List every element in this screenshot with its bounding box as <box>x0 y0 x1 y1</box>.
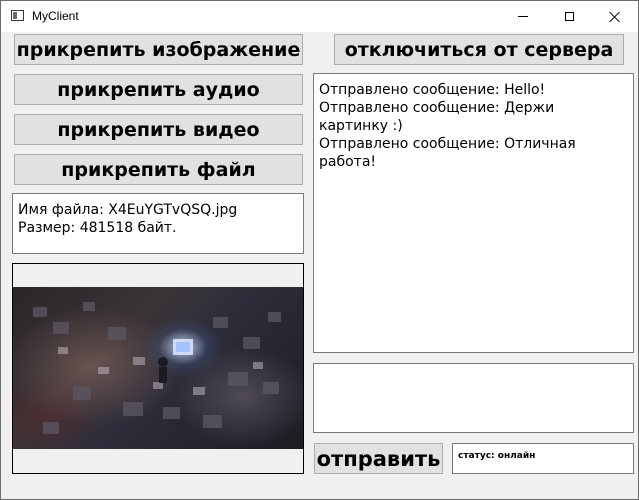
main-window: MyClient прикрепить изображение прикрепи… <box>0 0 639 500</box>
chat-message: Отправлено сообщение: Hello! <box>319 82 546 98</box>
message-input[interactable] <box>313 363 634 433</box>
file-name-text: Имя файла: X4EuYGTvQSQ.jpg <box>18 202 238 218</box>
chat-message: Отправлено сообщение: Отличная работа! <box>319 136 576 170</box>
chat-log[interactable]: Отправлено сообщение: Hello! Отправлено … <box>313 73 634 353</box>
attach-image-button[interactable]: прикрепить изображение <box>14 34 303 65</box>
attach-file-button[interactable]: прикрепить файл <box>14 154 303 185</box>
title-bar: MyClient <box>1 1 638 32</box>
close-button[interactable] <box>592 1 638 32</box>
app-window-icon <box>11 10 24 21</box>
attached-image-preview <box>13 287 303 449</box>
maximize-icon <box>564 12 574 21</box>
attach-audio-button[interactable]: прикрепить аудио <box>14 74 303 105</box>
maximize-button[interactable] <box>546 1 592 32</box>
send-button[interactable]: отправить <box>314 443 443 474</box>
close-icon <box>609 11 621 23</box>
chat-message: Отправлено сообщение: Держи картинку :) <box>319 100 555 134</box>
file-info-panel: Имя файла: X4EuYGTvQSQ.jpg Размер: 48151… <box>12 193 304 254</box>
window-title: MyClient <box>32 9 79 23</box>
disconnect-server-button[interactable]: отключиться от сервера <box>334 34 624 65</box>
image-preview-frame <box>12 263 304 474</box>
file-size-text: Размер: 481518 байт. <box>18 220 177 236</box>
status-label: статус: онлайн <box>452 443 634 474</box>
minimize-icon <box>518 16 528 17</box>
attach-video-button[interactable]: прикрепить видео <box>14 114 303 145</box>
minimize-button[interactable] <box>500 1 546 32</box>
